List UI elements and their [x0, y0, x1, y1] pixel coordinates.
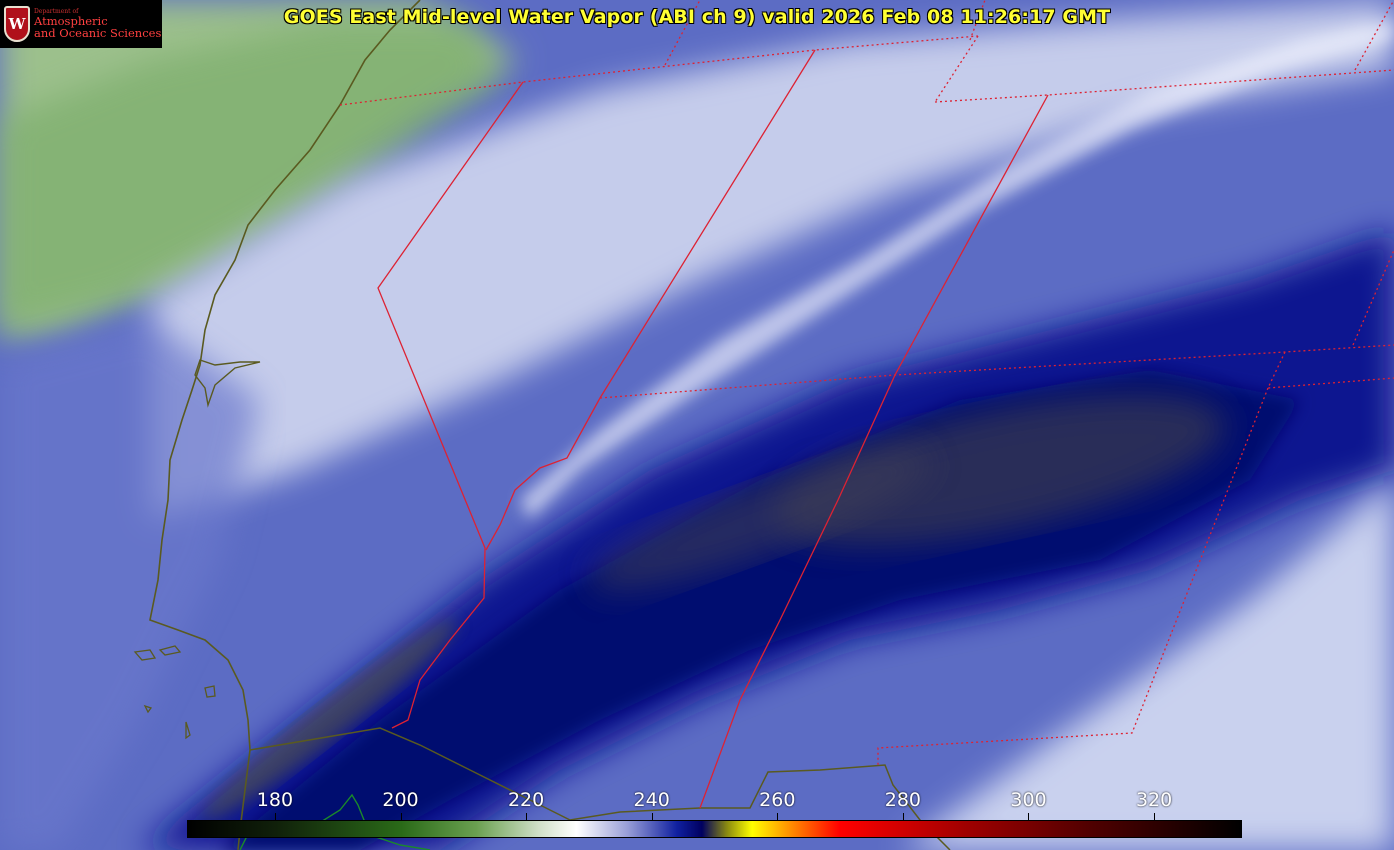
- colorbar-label-220: 220: [507, 789, 545, 811]
- colorbar-tick-280: [902, 813, 904, 821]
- colorbar-tick-200: [400, 813, 402, 821]
- colorbar-tick-260: [777, 813, 779, 821]
- colorbar-label-200: 200: [382, 789, 419, 811]
- colorbar-tick-320: [1154, 813, 1156, 821]
- image-title: GOES East Mid-level Water Vapor (ABI ch …: [283, 6, 1111, 28]
- water-vapor-map: [0, 0, 1394, 850]
- colorbar-label-320: 320: [1135, 789, 1173, 811]
- colorbar-label-280: 280: [884, 789, 922, 811]
- colorbar-tick-300: [1028, 813, 1030, 821]
- colorbar-label-180: 180: [256, 789, 294, 811]
- colorbar-label-300: 300: [1010, 789, 1047, 811]
- colorbar-tick-220: [526, 813, 528, 821]
- colorbar-tick-240: [651, 813, 653, 821]
- colorbar-label-260: 260: [759, 789, 796, 811]
- colorbar-label-240: 240: [633, 789, 670, 811]
- logo-line-2: and Oceanic Sciences: [34, 26, 162, 41]
- colorbar-tick-180: [274, 813, 276, 821]
- colorbar: [187, 820, 1242, 838]
